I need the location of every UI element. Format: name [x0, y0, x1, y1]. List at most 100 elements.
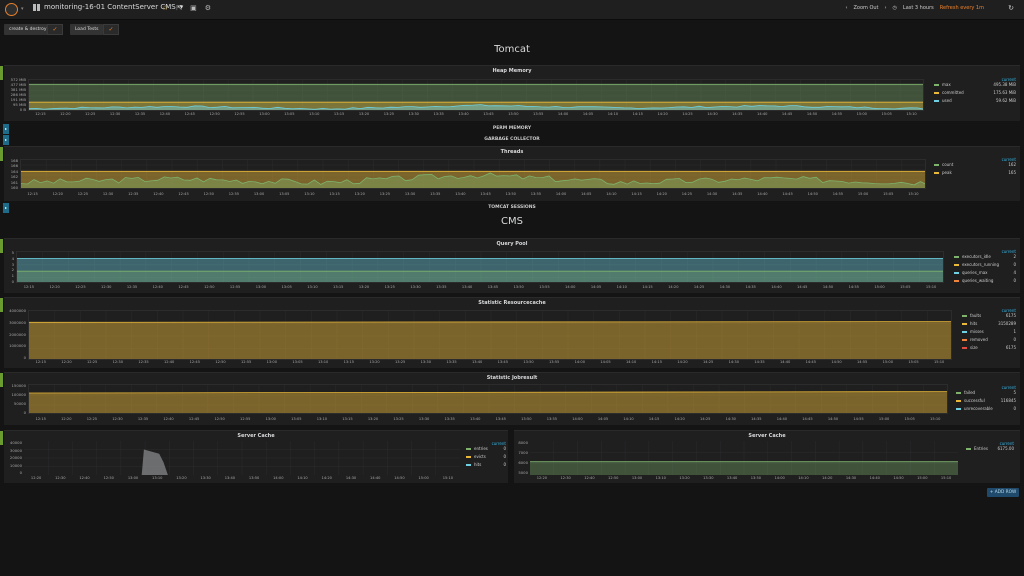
refresh-icon[interactable]: ↻ — [1008, 4, 1014, 12]
row-collapse-handle[interactable] — [0, 66, 3, 80]
time-forward-icon[interactable]: › — [885, 5, 887, 11]
load-tests-checkbox[interactable]: ✓ — [103, 24, 119, 35]
legend-item[interactable]: used 59.62 MiB — [934, 98, 1016, 106]
settings-icon[interactable]: ⚙ — [205, 4, 211, 12]
x-tick-label: 12:15 — [35, 417, 46, 421]
server-cache-chart — [24, 441, 460, 475]
x-tick-label: 13:20 — [354, 192, 365, 196]
legend-item[interactable]: peak 165 — [934, 170, 1016, 178]
resourcecache-plot[interactable] — [28, 310, 952, 360]
x-tick-label: 12:45 — [178, 192, 189, 196]
grafana-logo-icon[interactable] — [5, 3, 18, 16]
legend-item[interactable]: queries_max 4 — [954, 270, 1016, 278]
panel-query-pool: Query Pool 543210 12:15 12:20 12:25 12:30 12… — [4, 238, 1020, 293]
x-tick-label: 12:55 — [228, 192, 240, 196]
time-back-icon[interactable]: ‹ — [845, 5, 847, 11]
x-tick-label: 14:30 — [728, 360, 740, 364]
legend-item[interactable]: removed 0 — [962, 337, 1016, 345]
x-tick-label: 12:50 — [103, 476, 114, 480]
x-tick-label: 14:00 — [557, 112, 569, 116]
row-collapse-handle[interactable] — [0, 298, 3, 312]
x-tick-label: 14:50 — [807, 192, 818, 196]
y-axis: 8000 7000 6000 5000 — [516, 440, 528, 475]
load-tests-link[interactable]: Load Tests — [70, 24, 104, 35]
legend-item[interactable]: failed 5 — [956, 390, 1016, 398]
legend-item[interactable]: faults 6175 — [962, 313, 1016, 321]
x-axis: 12:20 12:30 12:40 12:50 13:00 13:10 13:20 13:30… — [24, 476, 460, 482]
collapsed-row-garbage-collector[interactable]: ▸ GARBAGE COLLECTOR — [0, 135, 1024, 145]
collapsed-row-tomcat-sessions[interactable]: ▸ TOMCAT SESSIONS — [0, 203, 1024, 213]
x-tick-label: 14:40 — [370, 476, 381, 480]
legend-item[interactable]: queries_waiting 0 — [954, 278, 1016, 286]
legend-item[interactable]: hits 3150289 — [962, 321, 1016, 329]
x-tick-label: 14:25 — [682, 112, 693, 116]
panel-title: Statistic Resourcecache — [478, 300, 546, 306]
legend-item[interactable]: max 495.38 MiB — [934, 82, 1016, 90]
row-collapse-handle[interactable] — [0, 431, 3, 445]
share-icon[interactable]: ⇱ — [176, 4, 182, 12]
legend-series-name: unrecoverable — [964, 406, 993, 411]
x-tick-label: 15:00 — [874, 285, 885, 289]
legend-item[interactable]: entries 0 — [466, 446, 506, 454]
save-icon[interactable]: ▣ — [190, 4, 197, 12]
x-tick-label: 14:00 — [574, 360, 586, 364]
legend-item[interactable]: committed 175.63 MiB — [934, 90, 1016, 98]
x-tick-label: 14:50 — [831, 360, 842, 364]
x-tick-label: 13:10 — [655, 476, 666, 480]
panel-title: Server Cache — [748, 433, 786, 439]
refresh-interval[interactable]: Refresh every 1m — [940, 5, 984, 11]
zoom-out-button[interactable]: Zoom Out — [853, 5, 878, 11]
legend-item[interactable]: successful 116845 — [956, 398, 1016, 406]
query-pool-plot[interactable] — [16, 251, 944, 283]
collapsed-row-perm-memory[interactable]: ▸ PERM MEMORY — [0, 124, 1024, 134]
row-collapse-handle[interactable] — [0, 147, 3, 161]
legend-series-name: hits — [474, 462, 482, 467]
x-tick-label: 14:55 — [853, 417, 864, 421]
create-destroy-link[interactable]: create & destroy — [4, 24, 52, 35]
create-destroy-checkbox[interactable]: ✓ — [47, 24, 63, 35]
x-tick-label: 12:25 — [75, 285, 86, 289]
legend-series-value: 116845 — [1000, 398, 1016, 403]
x-tick-label: 13:00 — [266, 360, 278, 364]
legend-item[interactable]: executors_running 0 — [954, 262, 1016, 270]
row-collapse-handle[interactable] — [0, 373, 3, 387]
star-icon[interactable]: ☆ — [162, 4, 168, 12]
legend-item[interactable]: evicts 0 — [466, 454, 506, 462]
row-collapse-handle[interactable] — [0, 239, 3, 253]
server-cache-plot[interactable] — [530, 441, 958, 475]
add-row-button[interactable]: + ADD ROW — [987, 488, 1019, 497]
chevron-down-icon[interactable]: ▾ — [21, 6, 24, 12]
threads-plot[interactable] — [20, 159, 926, 189]
panel-title: Threads — [500, 149, 524, 155]
legend-item[interactable]: size 6175 — [962, 345, 1016, 353]
x-tick-label: 12:30 — [109, 112, 121, 116]
y-tick-label: 5 — [11, 250, 14, 255]
legend-item[interactable]: count 162 — [934, 162, 1016, 170]
x-tick-label: 12:40 — [163, 417, 174, 421]
entries-area — [530, 461, 958, 475]
x-axis: 12:15 12:20 12:25 12:30 12:35 12:40 12:45 12:50… — [28, 360, 952, 366]
x-tick-label: 15:00 — [878, 417, 890, 421]
dashboard-picker[interactable]: monitoring-16-01 ContentServer CMS ▾ — [33, 3, 183, 11]
legend-series-value: 175.63 MiB — [993, 90, 1016, 95]
x-tick-label: 14:05 — [582, 112, 594, 116]
x-tick-label: 12:40 — [79, 476, 90, 480]
x-tick-label: 13:15 — [333, 112, 345, 116]
legend-item[interactable]: hits 0 — [466, 462, 506, 470]
jobresult-plot[interactable] — [28, 384, 948, 414]
legend-item[interactable]: misses 1 — [962, 329, 1016, 337]
server-cache-plot[interactable] — [24, 441, 460, 475]
x-tick-label: 14:15 — [648, 417, 660, 421]
legend-item[interactable]: unrecoverable 0 — [956, 406, 1016, 414]
time-range-button[interactable]: Last 3 hours — [903, 5, 934, 11]
heap-plot[interactable] — [28, 79, 924, 111]
x-tick-label: 13:20 — [679, 476, 690, 480]
legend-series-name: queries_waiting — [962, 278, 994, 283]
x-tick-label: 13:40 — [458, 112, 469, 116]
legend-series-value: 0 — [503, 446, 506, 451]
y-tick-label: 2 — [11, 267, 14, 273]
legend-item[interactable]: Entries 6175.00 — [966, 446, 1014, 454]
legend-item[interactable]: executors_idle 2 — [954, 254, 1016, 262]
legend-series-name: successful — [964, 398, 985, 403]
x-tick-label: 14:20 — [822, 476, 833, 480]
